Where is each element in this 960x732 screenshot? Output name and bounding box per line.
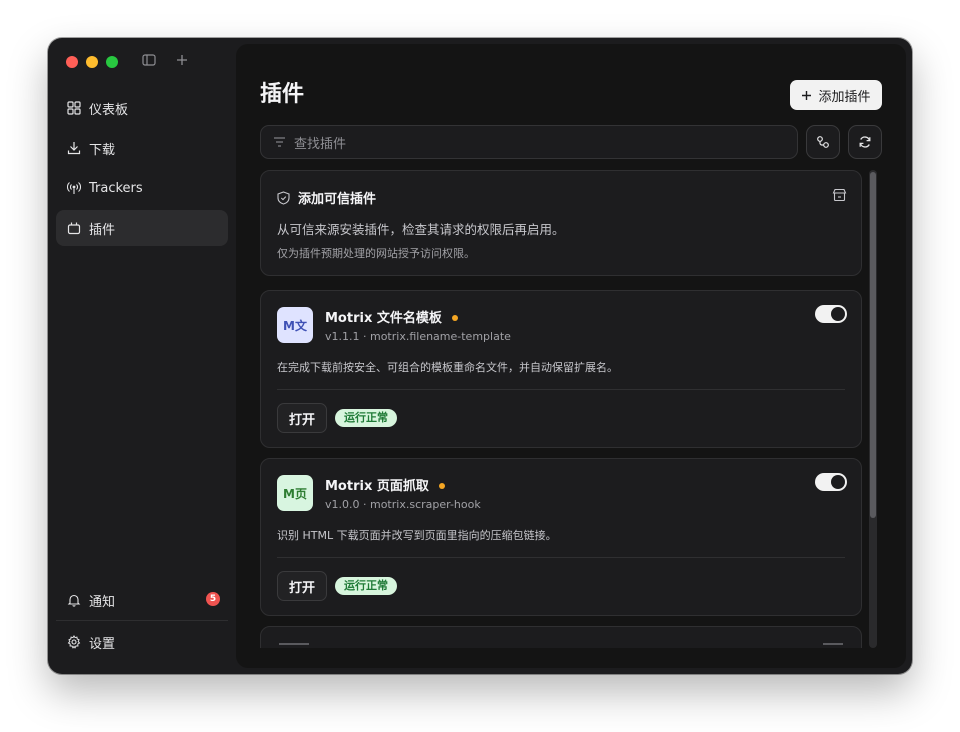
shield-icon <box>277 190 290 205</box>
sidebar-item-label: Trackers <box>89 180 143 196</box>
window-controls <box>66 56 118 68</box>
card-divider <box>277 557 845 558</box>
refresh-icon <box>859 136 871 148</box>
plugin-description: 在完成下载前按安全、可组合的模板重命名文件，并自动保留扩展名。 <box>277 361 618 374</box>
add-plugin-label: 添加插件 <box>818 89 871 105</box>
sidebar-item-label: 设置 <box>89 636 116 652</box>
link-nodes-icon <box>817 136 829 148</box>
trusted-plugins-note: 仅为插件预期处理的网站授予访问权限。 <box>277 247 475 260</box>
trusted-plugins-text: 从可信来源安装插件，检查其请求的权限后再启用。 <box>277 222 565 237</box>
sidebar-item-label: 下载 <box>89 142 116 158</box>
broadcast-icon <box>67 182 81 194</box>
download-icon <box>67 142 81 155</box>
sidebar-item-label: 插件 <box>89 222 116 238</box>
plugin-meta: v1.0.0 · motrix.scraper-hook <box>325 498 481 511</box>
plugin-logo: M页 <box>277 475 313 511</box>
store-icon[interactable] <box>832 187 847 206</box>
sidebar-item-plugins[interactable]: 插件 <box>56 210 228 246</box>
zoom-window-button[interactable] <box>106 56 118 68</box>
bell-icon <box>67 594 81 607</box>
sidebar-bottom: 通知 5 <box>56 582 228 622</box>
plugin-card: M页 Motrix 页面抓取 v1.0.0 · motrix.scraper-h… <box>260 458 862 616</box>
plugin-list[interactable]: 添加可信插件 从可信来源安装插件，检查其请求的权限后再启用。 仅为插件预期处理的… <box>236 168 906 648</box>
close-window-button[interactable] <box>66 56 78 68</box>
plus-icon[interactable] <box>175 52 189 72</box>
gear-icon <box>67 635 81 649</box>
status-badge: 运行正常 <box>335 577 397 595</box>
page-title: 插件 <box>260 82 305 107</box>
plugin-name: Motrix 页面抓取 <box>325 479 429 494</box>
open-plugin-button[interactable]: 打开 <box>277 403 327 433</box>
plugin-meta: v1.1.1 · motrix.filename-template <box>325 330 511 343</box>
plugin-description: 识别 HTML 下载页面并改写到页面里指向的压缩包链接。 <box>277 529 557 542</box>
refresh-button[interactable] <box>848 125 882 159</box>
plugin-logo-partial <box>279 643 309 645</box>
sidebar-item-label: 通知 <box>89 594 116 610</box>
toggle-knob <box>831 475 845 489</box>
card-divider <box>277 389 845 390</box>
sidebar-item-trackers[interactable]: Trackers <box>56 170 228 206</box>
toggle-knob <box>831 307 845 321</box>
trusted-plugins-card: 添加可信插件 从可信来源安装插件，检查其请求的权限后再启用。 仅为插件预期处理的… <box>260 170 862 276</box>
filter-icon <box>274 137 285 147</box>
plus-icon <box>802 90 812 100</box>
sidebar-toggle-icon[interactable] <box>142 52 156 72</box>
sidebar-item-downloads[interactable]: 下载 <box>56 130 228 166</box>
pending-dot <box>451 314 458 321</box>
plugin-header: Motrix 页面抓取 v1.0.0 · motrix.scraper-hook <box>325 475 481 511</box>
plugin-card: M文 Motrix 文件名模板 v1.1.1 · motrix.filename… <box>260 290 862 448</box>
grid-icon <box>67 101 81 115</box>
plugin-toggle-partial <box>823 643 843 645</box>
plugin-logo: M文 <box>277 307 313 343</box>
sidebar-nav: 仪表板 下载 Trackers 插件 <box>56 90 228 250</box>
pending-dot <box>438 482 445 489</box>
plugin-card <box>260 626 862 648</box>
plugin-header: Motrix 文件名模板 v1.1.1 · motrix.filename-te… <box>325 307 511 343</box>
sidebar-item-dashboard[interactable]: 仪表板 <box>56 90 228 126</box>
scrollbar-thumb[interactable] <box>870 172 876 518</box>
plugin-icon <box>67 222 81 235</box>
plugin-enable-toggle[interactable] <box>815 473 847 491</box>
main-panel: 插件 添加插件 查找插件 添加可信插件 从可信来源安装插件，检查其请求的权限后再… <box>236 44 906 668</box>
sidebar-item-notifications[interactable]: 通知 5 <box>56 582 228 618</box>
scrollbar[interactable] <box>869 170 877 648</box>
plugin-name: Motrix 文件名模板 <box>325 311 442 326</box>
plugin-enable-toggle[interactable] <box>815 305 847 323</box>
search-placeholder: 查找插件 <box>294 136 347 152</box>
trusted-plugins-title: 添加可信插件 <box>298 192 377 207</box>
add-plugin-button[interactable]: 添加插件 <box>790 80 882 110</box>
search-input[interactable]: 查找插件 <box>260 125 798 159</box>
open-plugin-button[interactable]: 打开 <box>277 571 327 601</box>
minimize-window-button[interactable] <box>86 56 98 68</box>
notification-count-badge: 5 <box>206 592 220 606</box>
sidebar: 仪表板 下载 Trackers 插件 通知 5 设置 <box>48 38 238 674</box>
trusted-plugins-header: 添加可信插件 <box>277 188 376 207</box>
connect-button[interactable] <box>806 125 840 159</box>
sidebar-divider <box>56 620 228 621</box>
status-badge: 运行正常 <box>335 409 397 427</box>
sidebar-item-label: 仪表板 <box>89 102 129 118</box>
sidebar-item-settings[interactable]: 设置 <box>56 624 228 660</box>
app-window: 仪表板 下载 Trackers 插件 通知 5 设置 插件 添加插件 查找插件 … <box>48 38 912 674</box>
